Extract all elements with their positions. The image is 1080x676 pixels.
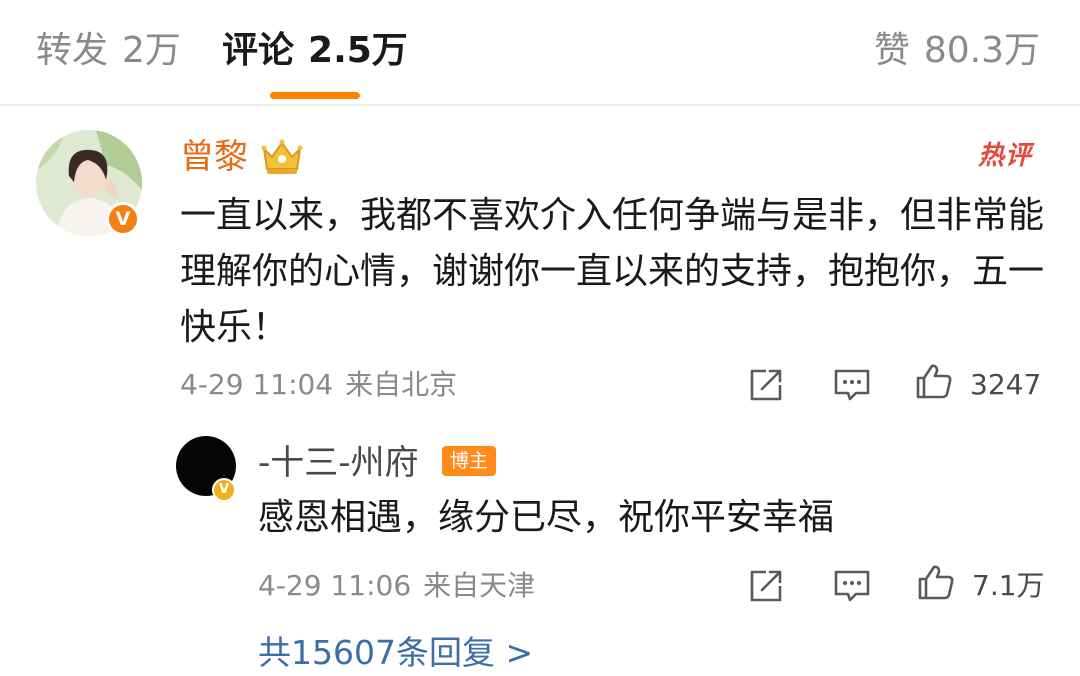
reply-location: 来自天津 xyxy=(423,569,536,602)
tab-comments[interactable]: 评论 2.5万 xyxy=(222,26,408,76)
tab-likes[interactable]: 赞 80.3万 xyxy=(874,26,1040,76)
active-tab-indicator xyxy=(270,92,360,99)
verified-icon: V xyxy=(106,202,140,236)
crown-badge-icon xyxy=(260,137,304,177)
tab-repost-count: 2万 xyxy=(122,30,181,71)
hot-comment-tag: 热评 xyxy=(978,141,1033,171)
like-count: 3247 xyxy=(970,368,1042,401)
comment-location: 来自北京 xyxy=(345,368,458,401)
reply-like-count: 7.1万 xyxy=(972,569,1045,602)
view-all-replies-link[interactable]: 共15607条回复 > xyxy=(258,630,533,676)
share-icon xyxy=(750,570,782,602)
reply-text: 感恩相遇，缘分已尽，祝你平安幸福 xyxy=(258,497,835,538)
comment-author-name[interactable]: 曾黎 xyxy=(180,134,248,180)
like-icon xyxy=(918,565,954,600)
like-button[interactable] xyxy=(914,362,954,404)
comment-icon xyxy=(834,570,870,602)
comment-date: 4-29 11:04 xyxy=(180,368,334,401)
tab-comments-count: 2.5万 xyxy=(308,30,408,71)
comment-icon xyxy=(834,369,870,401)
tab-repost-label: 转发 xyxy=(36,30,109,71)
comment-text: 一直以来，我都不喜欢介入任何争端与是非，但非常能理解你的心情，谢谢你一直以来的支… xyxy=(180,195,1045,348)
reply-share-button[interactable] xyxy=(746,567,786,609)
tab-likes-count: 80.3万 xyxy=(923,30,1040,71)
share-button[interactable] xyxy=(746,366,786,408)
tab-repost[interactable]: 转发 2万 xyxy=(36,26,181,76)
reply-button[interactable] xyxy=(832,366,872,408)
verified-icon: V xyxy=(212,478,236,502)
like-icon xyxy=(916,364,952,399)
share-icon xyxy=(750,369,782,401)
comment-meta: 4-29 11:04 来自北京 xyxy=(180,367,457,403)
reply-author-name[interactable]: -十三-州府 xyxy=(258,440,419,486)
tab-divider xyxy=(0,104,1080,106)
owner-badge: 博主 xyxy=(442,446,497,476)
reply-meta: 4-29 11:06 来自天津 xyxy=(258,568,535,604)
reply-date: 4-29 11:06 xyxy=(258,569,412,602)
reply-like-button[interactable] xyxy=(916,563,956,605)
tab-comments-label: 评论 xyxy=(222,30,295,71)
tab-likes-label: 赞 xyxy=(873,30,910,71)
reply-comment-button[interactable] xyxy=(832,567,872,609)
